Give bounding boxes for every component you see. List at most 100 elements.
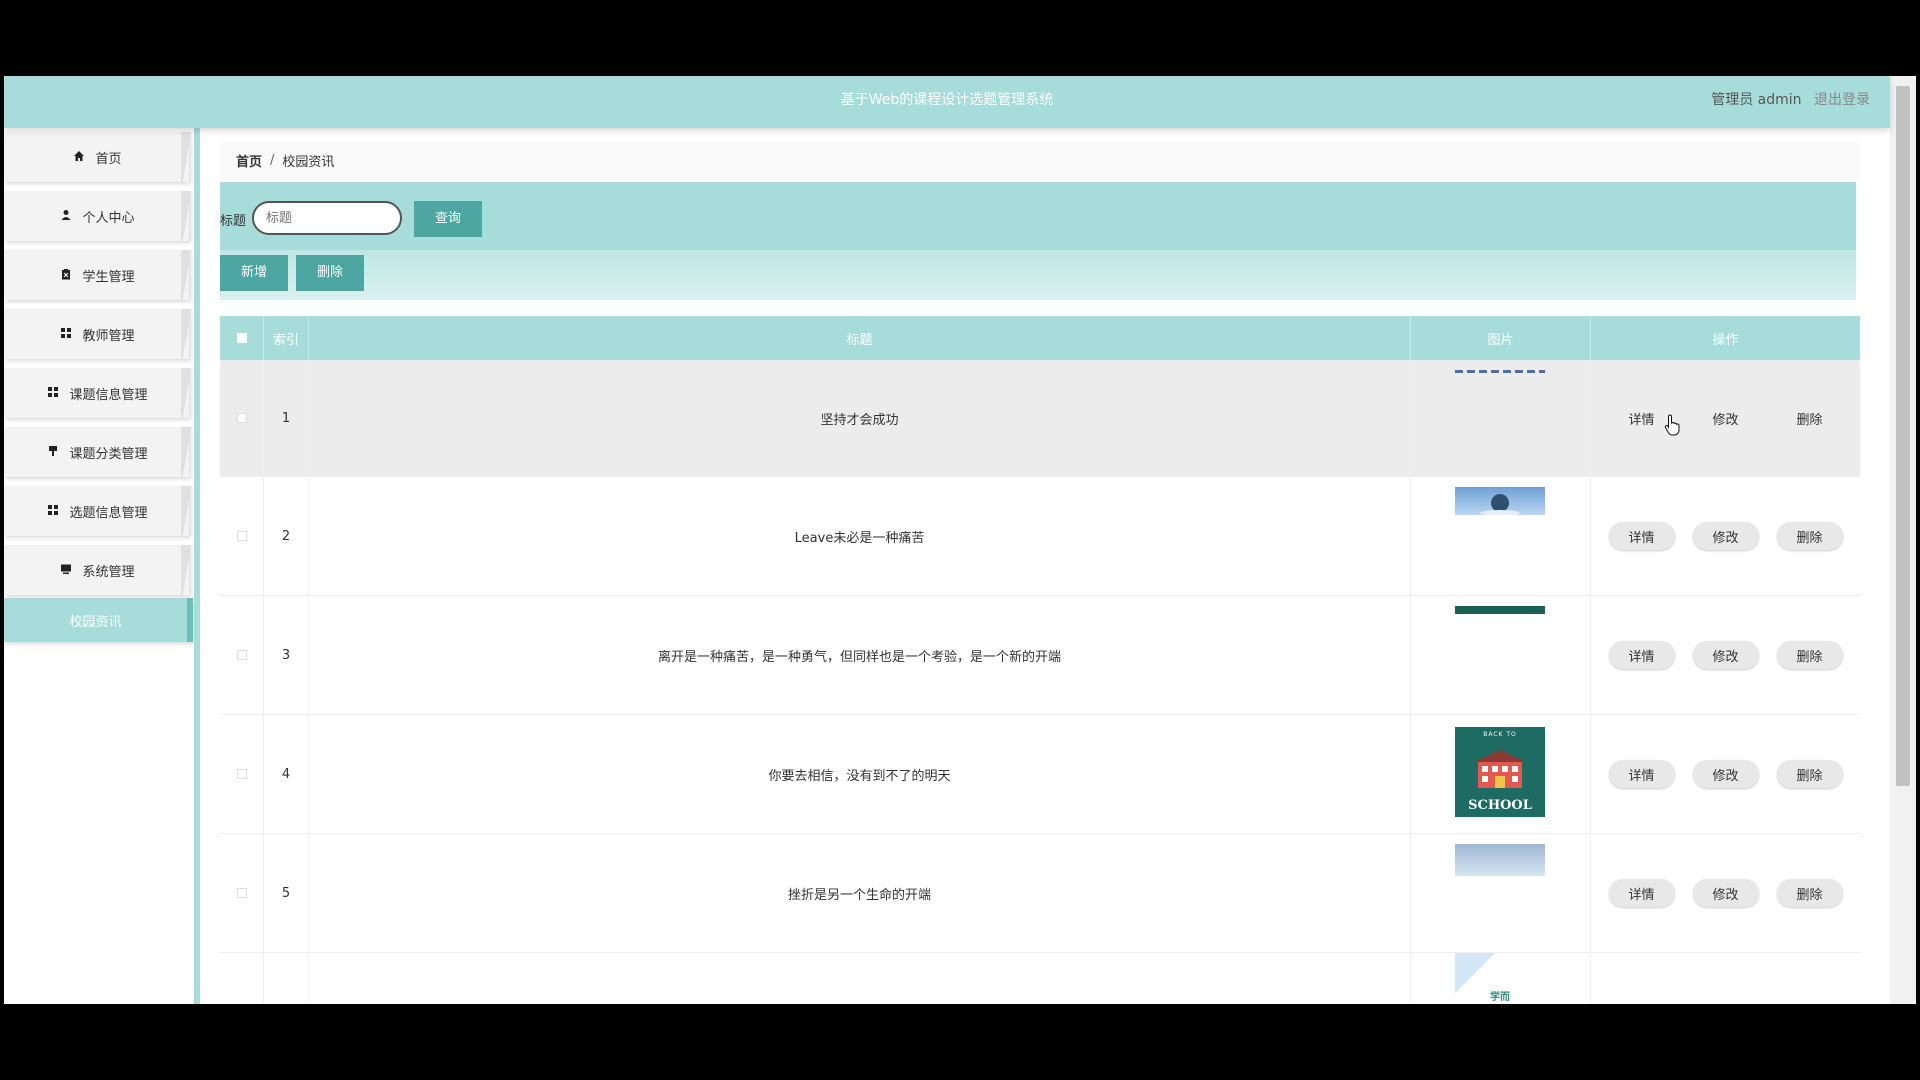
row-checkbox[interactable] xyxy=(236,531,247,541)
table-row[interactable]: 1 坚持才会成功 详情 修改 删除 xyxy=(220,360,1860,477)
school-building-icon xyxy=(1474,750,1526,788)
detail-button[interactable]: 详情 xyxy=(1608,522,1675,550)
edit-button[interactable]: 修改 xyxy=(1692,879,1759,907)
app-window: 基于Web的课程设计选题管理系统 管理员 admin 退出登录 首页 个人中心 … xyxy=(4,76,1916,1004)
row-index: 1 xyxy=(264,360,309,476)
edit-button[interactable]: 修改 xyxy=(1692,522,1759,550)
sidebar-item-students[interactable]: 学生管理 xyxy=(4,250,193,300)
user-area: 管理员 admin 退出登录 xyxy=(1703,76,1870,124)
table-row[interactable]: 2 Leave未必是一种痛苦 详情 修改 删除 xyxy=(220,477,1860,596)
sidebar: 首页 个人中心 学生管理 教师管理 课题信息管理 课题分类管理 选题信息管理 系… xyxy=(4,132,194,1004)
table-row[interactable]: 学而 xyxy=(220,953,1860,1003)
main-content: 首页 / 校园资讯 标题 查询 新增 删除 索引 标题 图片 操作 1 坚持才会… xyxy=(194,128,1890,1004)
scrollbar-thumb[interactable] xyxy=(1896,86,1910,786)
clipboard-icon xyxy=(58,268,74,283)
breadcrumb-separator: / xyxy=(270,152,275,168)
row-title: Leave未必是一种痛苦 xyxy=(309,477,1411,595)
row-checkbox[interactable] xyxy=(236,769,247,779)
thumbnail-image xyxy=(1455,487,1545,516)
grid-icon xyxy=(45,386,61,401)
row-title: 挫折是另一个生命的开端 xyxy=(309,834,1411,952)
thumbnail-text: SCHOOL xyxy=(1468,798,1532,813)
row-image: BACK TO SCHOOL xyxy=(1411,715,1591,833)
sidebar-item-home[interactable]: 首页 xyxy=(4,132,193,182)
breadcrumb: 首页 / 校园资讯 xyxy=(220,142,1860,178)
header-operations: 操作 xyxy=(1712,332,1739,348)
pin-icon xyxy=(45,445,61,460)
row-title: 坚持才会成功 xyxy=(309,360,1411,476)
detail-button[interactable]: 详情 xyxy=(1608,879,1675,907)
home-icon xyxy=(71,150,87,165)
batch-delete-button[interactable]: 删除 xyxy=(296,255,364,291)
row-index: 5 xyxy=(264,834,309,952)
row-image xyxy=(1411,834,1591,952)
sidebar-item-label: 教师管理 xyxy=(82,328,135,344)
delete-button[interactable]: 删除 xyxy=(1776,641,1843,669)
sidebar-item-label: 课题分类管理 xyxy=(69,446,148,462)
header-image: 图片 xyxy=(1411,316,1591,360)
row-image xyxy=(1411,596,1591,714)
thumbnail-text: 学而 xyxy=(1490,992,1510,1003)
top-bar: 基于Web的课程设计选题管理系统 管理员 admin 退出登录 xyxy=(4,76,1890,128)
user-label: 管理员 admin xyxy=(1711,92,1802,108)
sidebar-item-label: 学生管理 xyxy=(82,269,135,285)
action-panel xyxy=(220,250,1856,300)
thumbnail-image: BACK TO SCHOOL xyxy=(1455,727,1545,817)
table-row[interactable]: 5 挫折是另一个生命的开端 详情 修改 删除 xyxy=(220,834,1860,953)
thumbnail-image xyxy=(1455,370,1545,373)
sidebar-item-label: 系统管理 xyxy=(82,564,135,580)
sidebar-item-system[interactable]: 系统管理 xyxy=(4,545,193,595)
thumbnail-image: 学而 xyxy=(1455,953,1545,1003)
page-scrollbar[interactable] xyxy=(1890,76,1916,1004)
user-icon xyxy=(58,209,74,224)
grid-icon xyxy=(45,504,61,519)
thumbnail-image xyxy=(1455,606,1545,614)
row-title: 你要去相信，没有到不了的明天 xyxy=(309,715,1411,833)
delete-button[interactable]: 删除 xyxy=(1776,760,1843,788)
sidebar-item-label: 课题信息管理 xyxy=(69,387,148,403)
detail-button[interactable]: 详情 xyxy=(1608,760,1675,788)
row-title: 离开是一种痛苦，是一种勇气，但同样也是一个考验，是一个新的开端 xyxy=(309,596,1411,714)
sidebar-item-topic-info[interactable]: 课题信息管理 xyxy=(4,368,193,418)
search-input[interactable] xyxy=(252,201,402,235)
search-label: 标题 xyxy=(220,214,247,229)
row-checkbox[interactable] xyxy=(236,413,247,423)
sidebar-item-label: 首页 xyxy=(95,151,122,167)
edit-button[interactable]: 修改 xyxy=(1692,641,1759,669)
edit-button[interactable]: 修改 xyxy=(1692,760,1759,788)
grid-icon xyxy=(58,327,74,342)
breadcrumb-home[interactable]: 首页 xyxy=(236,151,262,170)
thumbnail-image xyxy=(1455,844,1545,876)
search-button[interactable]: 查询 xyxy=(414,201,482,237)
sidebar-item-teachers[interactable]: 教师管理 xyxy=(4,309,193,359)
table-row[interactable]: 3 离开是一种痛苦，是一种勇气，但同样也是一个考验，是一个新的开端 详情 修改 … xyxy=(220,596,1860,715)
row-checkbox[interactable] xyxy=(236,888,247,898)
delete-button[interactable]: 删除 xyxy=(1776,879,1843,907)
breadcrumb-current: 校园资讯 xyxy=(282,154,335,170)
detail-button[interactable]: 详情 xyxy=(1608,641,1675,669)
add-button[interactable]: 新增 xyxy=(220,255,288,291)
sidebar-item-profile[interactable]: 个人中心 xyxy=(4,191,193,241)
hand-cursor-icon xyxy=(1664,414,1682,441)
header-title: 标题 xyxy=(309,316,1411,360)
logout-link[interactable]: 退出登录 xyxy=(1814,92,1870,108)
monitor-icon xyxy=(58,563,74,578)
row-index: 2 xyxy=(264,477,309,595)
app-title: 基于Web的课程设计选题管理系统 xyxy=(840,92,1054,108)
row-index: 3 xyxy=(264,596,309,714)
sidebar-item-topic-category[interactable]: 课题分类管理 xyxy=(4,427,193,477)
select-all-checkbox[interactable] xyxy=(236,333,247,343)
table-row[interactable]: 4 你要去相信，没有到不了的明天 BACK TO SCHOOL 详情 修改 删除 xyxy=(220,715,1860,834)
row-image xyxy=(1411,360,1591,476)
edit-button[interactable]: 修改 xyxy=(1693,404,1759,432)
sidebar-item-selection-info[interactable]: 选题信息管理 xyxy=(4,486,193,536)
sidebar-item-label: 校园资讯 xyxy=(69,614,122,630)
row-checkbox[interactable] xyxy=(236,650,247,660)
header-index: 索引 xyxy=(264,316,309,360)
sidebar-item-campus-news[interactable]: 校园资讯 xyxy=(4,598,193,642)
delete-button[interactable]: 删除 xyxy=(1776,522,1843,550)
thumbnail-text: BACK TO xyxy=(1483,731,1517,738)
delete-button[interactable]: 删除 xyxy=(1777,404,1843,432)
sidebar-item-label: 个人中心 xyxy=(82,210,135,226)
row-image: 学而 xyxy=(1411,953,1591,1003)
